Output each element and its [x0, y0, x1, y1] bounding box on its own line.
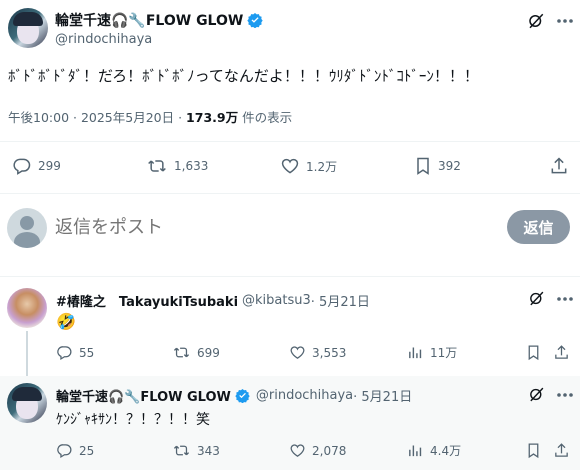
reply-avatar[interactable]: [7, 383, 47, 423]
reply-button[interactable]: 55: [56, 344, 94, 361]
reply-count: 55: [79, 345, 95, 360]
current-user-avatar[interactable]: [7, 208, 47, 248]
views-label: 件の表示: [238, 110, 293, 125]
views-count: 173.9万: [186, 110, 239, 125]
reply-button[interactable]: 25: [56, 442, 94, 459]
post-meta: 午後10:00 · 2025年5月20日 · 173.9万 件の表示: [8, 107, 292, 126]
more-options-icon[interactable]: [556, 18, 574, 24]
reply-avatar[interactable]: [7, 288, 47, 328]
grok-icon[interactable]: [528, 386, 545, 403]
bookmark-icon[interactable]: [526, 442, 541, 459]
reply-icon: [56, 344, 73, 361]
repost-icon: [146, 156, 168, 176]
reply-count: 25: [79, 443, 95, 458]
bookmark-count: 392: [438, 159, 461, 173]
repost-icon: [172, 442, 191, 459]
reply-input[interactable]: [55, 212, 455, 242]
repost-count: 1,633: [174, 159, 209, 173]
verified-badge-icon: [247, 12, 263, 28]
repost-count: 343: [197, 443, 220, 458]
reply-icon: [12, 156, 32, 176]
views-chart-icon: [407, 442, 424, 459]
heart-icon: [289, 344, 306, 361]
like-button[interactable]: 2,078: [289, 442, 346, 459]
reply-date[interactable]: · 5月21日: [353, 386, 412, 405]
reply-button[interactable]: 299: [12, 156, 61, 176]
reply-display-name[interactable]: #椿隆之 TakayukiTsubaki: [56, 291, 238, 310]
author-display-name[interactable]: 輪堂千速🎧🔧FLOW GLOW: [55, 10, 243, 30]
reply-handle[interactable]: @rindochihaya: [256, 388, 353, 403]
share-icon[interactable]: [553, 442, 570, 459]
views-button[interactable]: 11万: [407, 344, 457, 361]
grok-icon[interactable]: [527, 12, 545, 30]
heart-icon: [289, 442, 306, 459]
reply-handle[interactable]: @kibatsu3: [242, 293, 311, 308]
reply-submit-button[interactable]: 返信: [507, 210, 570, 244]
like-count: 1.2万: [306, 159, 338, 174]
post-time[interactable]: 午後10:00 · 2025年5月20日 ·: [8, 110, 186, 125]
verified-badge-icon: [235, 388, 250, 403]
repost-button[interactable]: 699: [172, 344, 220, 361]
repost-icon: [172, 344, 191, 361]
like-button[interactable]: 3,553: [289, 344, 346, 361]
repost-button[interactable]: 1,633: [146, 156, 208, 176]
more-options-icon[interactable]: [556, 296, 574, 302]
views-chart-icon: [407, 344, 424, 361]
views-button[interactable]: 4.4万: [407, 442, 461, 459]
reply-count: 299: [38, 159, 61, 173]
bookmark-icon: [414, 156, 432, 176]
repost-button[interactable]: 343: [172, 442, 220, 459]
reply-display-name[interactable]: 輪堂千速🎧🔧FLOW GLOW: [56, 386, 231, 405]
heart-icon: [280, 156, 300, 176]
thread-connector: [26, 331, 28, 381]
reply-date[interactable]: · 5月21日: [311, 291, 370, 310]
reply-text: 🤣: [56, 312, 76, 331]
views-count: 11万: [430, 346, 458, 360]
views-count: 4.4万: [430, 444, 462, 458]
grok-icon[interactable]: [528, 290, 545, 307]
share-icon[interactable]: [553, 344, 570, 361]
repost-count: 699: [197, 345, 220, 360]
bookmark-button[interactable]: 392: [414, 156, 461, 176]
like-count: 3,553: [312, 345, 347, 360]
author-avatar[interactable]: [8, 8, 48, 48]
post-text: ﾎﾞﾄﾞﾎﾞﾄﾞﾀﾞ！だろ！ﾎﾞﾄﾞﾎﾞﾉってなんだよ！！！ｳﾘﾀﾞﾄﾞﾝﾄﾞｺ…: [8, 67, 479, 85]
share-icon[interactable]: [549, 156, 569, 176]
like-count: 2,078: [312, 443, 347, 458]
like-button[interactable]: 1.2万: [280, 156, 337, 176]
author-handle[interactable]: @rindochihaya: [55, 32, 152, 47]
reply-text: ｹﾝｼﾞｬｷｻﾝ！？！？！！笑: [56, 412, 210, 428]
bookmark-icon[interactable]: [526, 344, 541, 361]
more-options-icon[interactable]: [556, 392, 574, 398]
reply-icon: [56, 442, 73, 459]
